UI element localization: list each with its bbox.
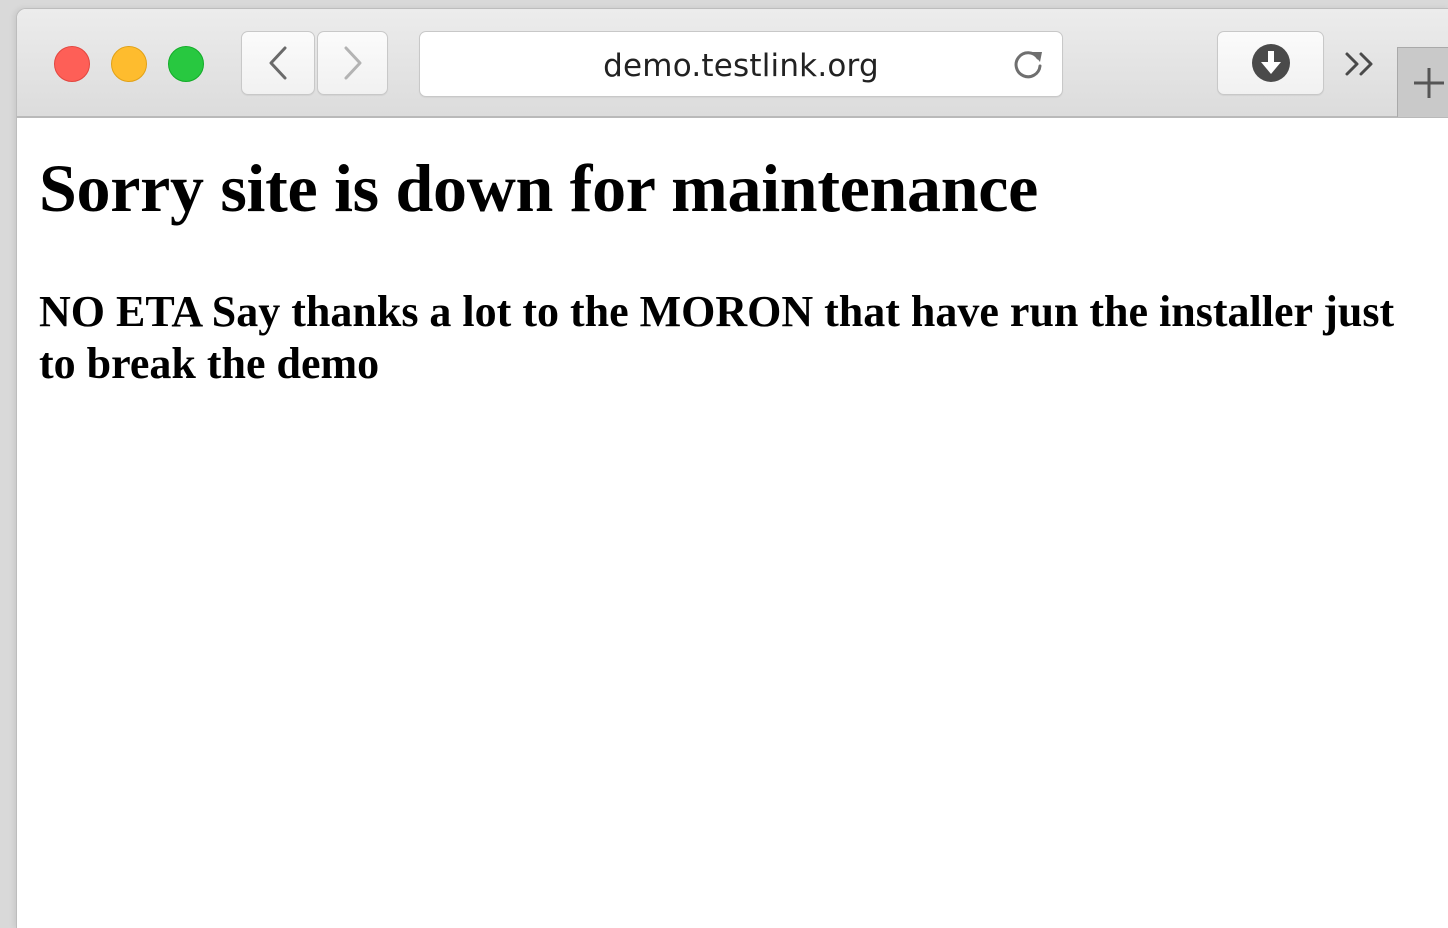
page-title: Sorry site is down for maintenance [39,150,1039,226]
plus-icon [1414,68,1444,98]
maximize-window-button[interactable] [168,46,204,82]
page-content: Sorry site is down for maintenance NO ET… [39,118,1439,390]
chevron-right-icon [344,46,361,80]
minimize-window-button[interactable] [111,46,147,82]
downloads-button[interactable] [1217,31,1324,95]
reload-icon[interactable] [1010,46,1046,82]
address-bar[interactable]: demo.testlink.org [419,31,1063,97]
close-window-button[interactable] [54,46,90,82]
browser-window: demo.testlink.org Sorry site is down for… [16,8,1448,928]
download-icon [1251,44,1290,82]
chevron-left-icon [269,46,287,80]
back-button[interactable] [241,31,315,95]
address-url[interactable]: demo.testlink.org [420,48,1062,84]
browser-toolbar: demo.testlink.org [17,9,1448,118]
maintenance-message: NO ETA Say thanks a lot to the MORON tha… [39,287,1395,388]
new-tab-button[interactable] [1397,47,1448,117]
forward-button[interactable] [317,31,388,95]
double-chevron-icon[interactable] [1343,46,1379,82]
